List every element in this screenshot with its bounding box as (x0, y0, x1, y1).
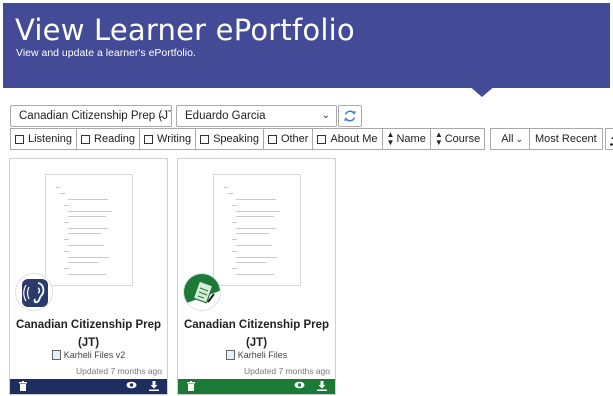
sort-course-label: Course (444, 133, 481, 145)
card-updated: Updated 7 months ago (75, 366, 162, 376)
file-icon (225, 350, 235, 360)
filter-label: Speaking (213, 133, 259, 145)
download-icon[interactable] (317, 381, 327, 394)
eye-icon[interactable] (126, 381, 137, 392)
filter-label: Writing (157, 133, 192, 145)
download-icon[interactable] (149, 381, 159, 394)
filter-speaking[interactable]: Speaking (195, 128, 264, 150)
file-icon (51, 350, 61, 360)
card-files: Karheli Files v2 (10, 350, 167, 360)
header-pointer (468, 85, 496, 97)
checkbox[interactable] (144, 134, 154, 144)
upload-icon (610, 136, 613, 145)
filter-label: Listening (28, 133, 73, 145)
document-thumbnail (45, 174, 133, 286)
card-files: Karheli Files (178, 350, 335, 360)
document-thumbnail (213, 174, 301, 286)
portfolio-card[interactable]: Canadian Citizenship Prep (JT) Karheli F… (177, 158, 336, 395)
listening-ear-icon (15, 273, 53, 311)
filter-reading[interactable]: Reading (76, 128, 141, 150)
filter-label: Reading (94, 133, 136, 145)
sort-icon: ▲ ▼ (434, 130, 443, 147)
portfolio-card[interactable]: Canadian Citizenship Prep (JT) Karheli F… (9, 158, 168, 395)
learner-select-value: Eduardo Garcia (185, 110, 266, 122)
filter-about-me[interactable]: About Me (312, 128, 383, 150)
filter-listening[interactable]: Listening (10, 128, 78, 150)
order-label: Most Recent (534, 133, 597, 145)
filter-label: Other (280, 133, 309, 145)
page-subtitle: View and update a learner's ePortfolio. (16, 47, 196, 59)
card-title: Canadian Citizenship Prep (JT) (15, 319, 162, 349)
learner-select[interactable]: Eduardo Garcia ⌄ (176, 105, 337, 127)
chevron-down-icon: ⌄ (156, 110, 165, 121)
card-action-bar (178, 379, 335, 394)
eye-icon[interactable] (294, 381, 305, 392)
sort-name-label: Name (396, 133, 426, 145)
card-updated: Updated 7 months ago (243, 366, 330, 376)
refresh-button[interactable] (338, 105, 362, 127)
sort-name-button[interactable]: ▲ ▼ Name (381, 128, 431, 150)
filter-other[interactable]: Other (262, 128, 314, 150)
sort-course-button[interactable]: ▲ ▼ Course (429, 128, 486, 150)
checkbox[interactable] (317, 134, 327, 144)
checkbox[interactable] (200, 134, 210, 144)
upload-button[interactable] (604, 128, 613, 150)
document-pen-icon (183, 273, 221, 311)
card-action-bar (10, 379, 167, 394)
order-button[interactable]: Most Recent (528, 128, 603, 150)
filter-writing[interactable]: Writing (139, 128, 197, 150)
trash-icon[interactable] (19, 381, 27, 394)
course-select-value: Canadian Citizenship Prep (JT (19, 110, 172, 122)
page-header: View Learner ePortfolio View and update … (3, 3, 610, 88)
filter-bar: Listening Reading Writing Speaking Other… (10, 128, 613, 150)
filter-label: About Me (330, 133, 378, 145)
sort-icon: ▲ ▼ (386, 130, 395, 147)
trash-icon[interactable] (187, 381, 195, 394)
refresh-icon (344, 110, 356, 122)
card-title: Canadian Citizenship Prep (JT) (183, 319, 330, 349)
checkbox[interactable] (15, 134, 24, 144)
page-title: View Learner ePortfolio (15, 13, 355, 47)
type-select-value: All (501, 133, 514, 145)
card-files-label: Karheli Files v2 (63, 350, 126, 360)
chevron-down-icon: ⌄ (321, 110, 330, 121)
type-select[interactable]: All ⌄ (490, 128, 530, 150)
chevron-down-icon: ⌄ (515, 134, 523, 144)
course-select[interactable]: Canadian Citizenship Prep (JT ⌄ (10, 105, 172, 127)
card-files-label: Karheli Files (237, 350, 288, 360)
checkbox[interactable] (267, 134, 277, 144)
checkbox[interactable] (81, 134, 91, 144)
